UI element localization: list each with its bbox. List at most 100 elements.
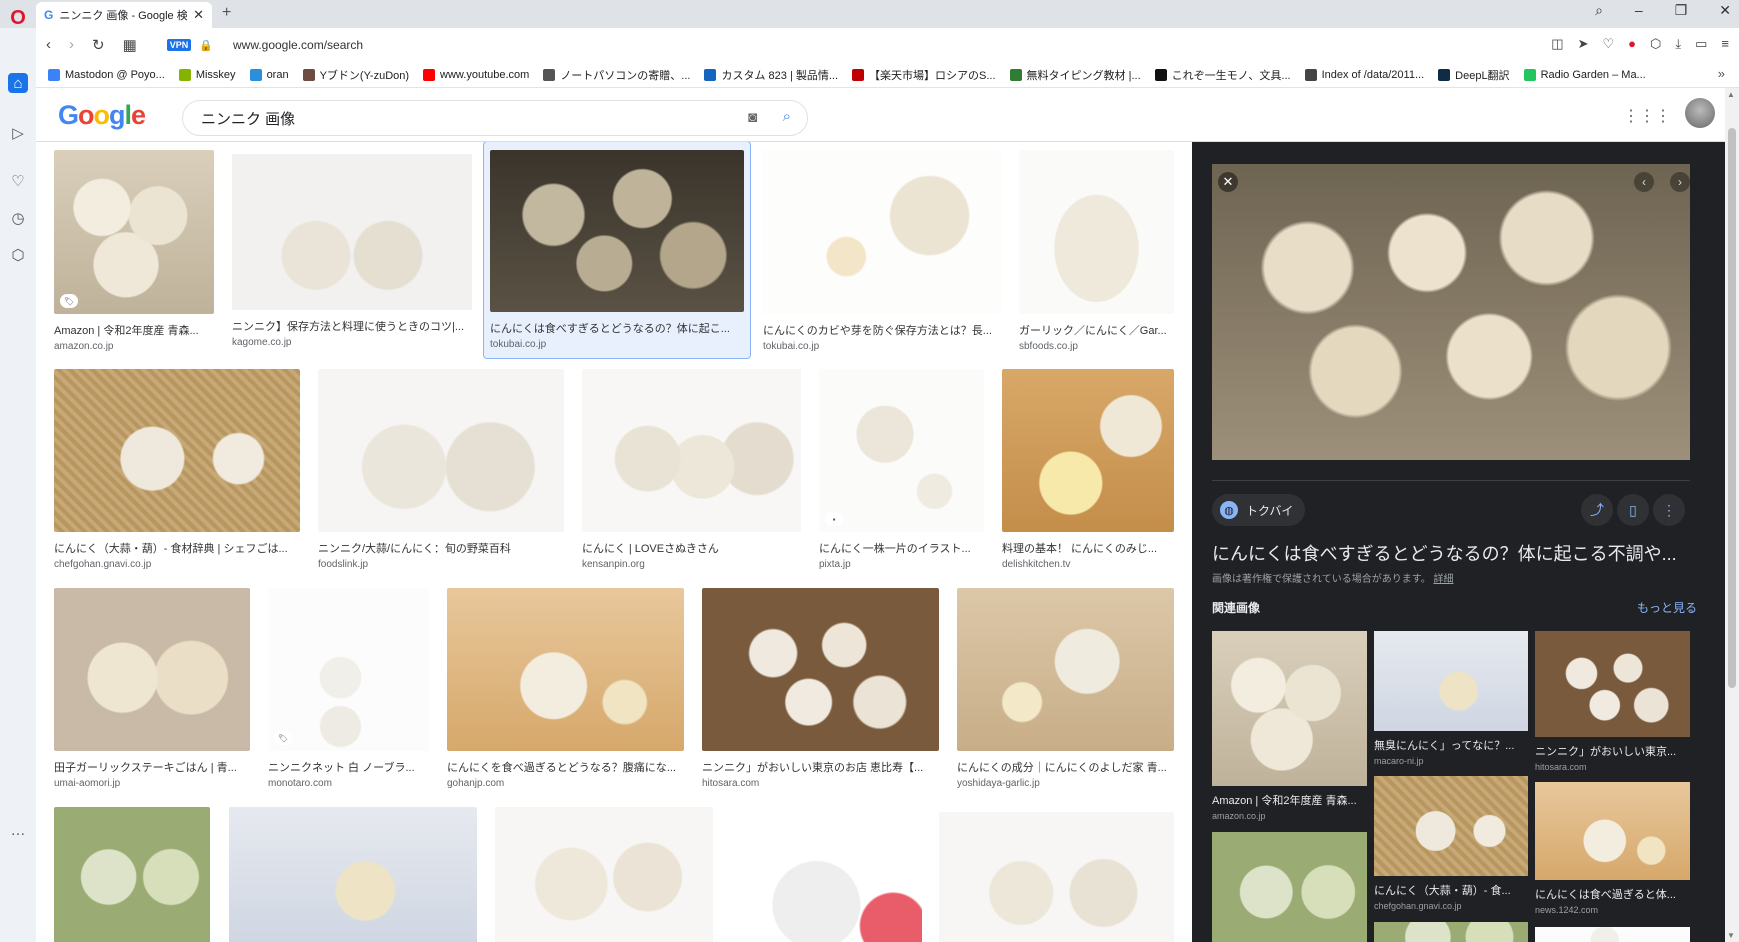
result-card[interactable]: にんにくを食べ過ぎるとどうなる？腹痛にな... gohanjp.com [447,588,684,789]
more-sidebar-icon[interactable]: … [8,820,28,840]
bookmark-item[interactable]: ノートパソコンの寄贈、... [543,67,690,83]
close-window-icon[interactable]: ✕ [1719,2,1731,19]
result-card[interactable]: 料理の基本！ にんにくのみじ... delishkitchen.tv [1002,369,1174,570]
bookmark-item[interactable]: Radio Garden – Ma... [1523,68,1646,81]
page-scrollbar[interactable]: ▲ ▼ [1725,88,1739,942]
share-icon[interactable]: ⤴ [1581,494,1613,526]
bookmark-label: Misskey [195,68,236,81]
result-card-selected[interactable]: にんにくは食べすぎるとどうなるの？体に起こ... tokubai.co.jp [483,142,751,359]
bookmark-item[interactable]: Mastodon @ Poyo... [48,68,165,81]
result-card[interactable]: ニンニク/大蒜/にんにく：旬の野菜百科 foodslink.jp [318,369,564,570]
bookmark-item[interactable]: DeepL翻訳 [1438,67,1510,83]
bookmark-favicon-icon [249,68,262,81]
lock-icon[interactable]: 🔒 [199,39,213,52]
bookmark-item[interactable]: Misskey [178,68,236,81]
vpn-badge[interactable]: VPN [166,39,192,51]
result-card[interactable]: 田子ガーリックステーキごはん | 青... umai-aomori.jp [54,588,250,789]
related-item[interactable]: Amazon | 令和2年度産 青森... amazon.co.jp [1212,631,1367,821]
battery-icon[interactable]: ▭ [1695,36,1707,52]
result-card[interactable] [495,807,713,942]
preview-title[interactable]: にんにくは食べすぎるとどうなるの？体に起こる不調や... [1212,540,1692,566]
send-icon[interactable]: ➤ [1578,36,1589,52]
bookmarks-overflow-icon[interactable]: » [1718,66,1725,81]
result-card[interactable]: ガーリック／にんにく／Gar... sbfoods.co.jp [1019,150,1174,352]
new-tab-icon[interactable]: + [222,4,231,22]
scroll-down-icon[interactable]: ▼ [1727,931,1735,940]
result-domain: delishkitchen.tv [1002,559,1071,570]
bookmark-item[interactable]: 【楽天市場】ロシアのS... [852,67,996,83]
result-domain: tokubai.co.jp [763,341,820,352]
history-icon[interactable]: ◷ [8,208,28,228]
chevron-left-icon[interactable]: ‹ [1634,172,1654,192]
bookmark-label: Index of /data/2011... [1321,68,1425,81]
apps-grid-icon[interactable]: ⋮⋮⋮ [1623,106,1671,126]
result-card[interactable] [939,812,1174,942]
related-item[interactable]: にんにく（大蒜・葫）- 食... chefgohan.gnavi.co.jp [1374,776,1528,911]
google-logo[interactable]: Google [58,100,146,131]
bookmark-item[interactable]: Yブドン(Y-zuDon) [302,67,409,83]
related-item[interactable] [1212,832,1367,942]
related-item[interactable]: にんにくは食べ過ぎると体... news.1242.com [1535,782,1690,915]
copyright-detail-link[interactable]: 詳細 [1433,574,1453,585]
bookmark-label: カスタム 823 | 製品情... [721,69,839,82]
home-icon[interactable]: ⌂ [8,73,28,93]
browser-tab[interactable]: G ニンニク 画像 - Google 検索 ✕ [36,2,212,28]
related-item[interactable]: ニンニク」がおいしい東京... hitosara.com [1535,631,1690,772]
result-card[interactable]: ニンニク】保存方法と料理に使うときのコツ|... kagome.co.jp [232,154,472,348]
reload-icon[interactable]: ↻ [92,36,105,54]
result-domain: gohanjp.com [447,778,505,789]
result-card[interactable]: にんにく（大蒜・葫）- 食材辞典 | シェフごは... chefgohan.gn… [54,369,300,570]
result-card[interactable]: ▪ にんにく一株一片のイラスト... pixta.jp [819,369,984,570]
result-card[interactable]: にんにくの成分｜にんにくのよしだ家 青... yoshidaya-garlic.… [957,588,1174,789]
easy-setup-icon[interactable]: ≡ [1721,36,1729,52]
bookmarks-sidebar-icon[interactable]: ♡ [8,171,28,191]
bookmark-item[interactable]: oran [249,68,289,81]
url-field[interactable]: www.google.com/search [233,38,363,52]
result-card[interactable] [229,807,477,942]
bookmark-item[interactable]: カスタム 823 | 製品情... [704,67,838,83]
back-icon[interactable]: ‹ [46,36,51,54]
bookmark-icon[interactable]: ▯ [1617,494,1649,526]
bookmark-item[interactable]: これぞ一生モノ、文具... [1154,67,1291,83]
extensions-icon[interactable]: ⬡ [8,245,28,265]
tiles-icon[interactable]: ▦ [123,36,137,54]
bookmark-item[interactable]: Index of /data/2011... [1304,68,1425,81]
search-input[interactable]: ニンニク 画像 ◙ ⌕ [182,100,808,136]
download-icon[interactable]: ⤓ [1675,36,1681,52]
camera-search-icon[interactable]: ◙ [748,109,757,126]
related-item[interactable] [1535,927,1690,942]
result-card[interactable]: にんにく | LOVEさぬきさん kensanpin.org [582,369,801,570]
result-card[interactable] [54,807,210,942]
result-title: にんにく（大蒜・葫）- 食材辞典 | シェフごは... [54,543,288,555]
send-sidebar-icon[interactable]: ▷ [8,123,28,143]
restore-icon[interactable]: ❐ [1675,2,1688,19]
close-icon[interactable]: ✕ [1218,172,1238,192]
minimize-icon[interactable]: – [1635,2,1643,19]
box-icon[interactable]: ⬡ [1650,36,1661,52]
opera-icon[interactable]: ● [1628,36,1636,52]
source-chip[interactable]: ◍ トクバイ [1212,494,1306,526]
result-card[interactable]: にんにくのカビや芽を防ぐ保存方法とは？長... tokubai.co.jp [763,150,1001,352]
result-card[interactable]: 🏷 Amazon | 令和2年度産 青森... amazon.co.jp [54,150,214,352]
avatar[interactable] [1685,98,1715,128]
close-tab-icon[interactable]: ✕ [193,7,204,23]
related-item[interactable]: 無臭にんにく」ってなに？... macaro-ni.jp [1374,631,1528,766]
bookmark-item[interactable]: www.youtube.com [423,68,529,81]
result-card[interactable] [730,807,922,942]
result-card[interactable]: ニンニク」がおいしい東京のお店 恵比寿【... hitosara.com [702,588,939,789]
more-vert-icon[interactable]: ⋮ [1653,494,1685,526]
heart-icon[interactable]: ♡ [1602,36,1614,52]
related-item[interactable] [1374,922,1528,942]
result-card[interactable]: 🏷 ニンニクネット 白 ノーブラ... monotaro.com [268,588,429,789]
search-icon[interactable]: ⌕ [783,108,791,125]
scroll-up-icon[interactable]: ▲ [1727,90,1735,99]
bookmark-item[interactable]: 無料タイピング教材 |... [1009,67,1141,83]
see-more-link[interactable]: もっと見る [1637,599,1697,616]
search-tabs-icon[interactable]: ⌕ [1595,2,1603,19]
forward-icon[interactable]: › [69,36,74,54]
scrollbar-thumb[interactable] [1728,128,1736,688]
preview-image[interactable] [1212,164,1690,460]
snapshot-icon[interactable]: ◫ [1551,36,1563,52]
chevron-right-icon[interactable]: › [1670,172,1690,192]
image-preview-panel: ✕ ‹ › ◍ トクバイ ⤴ ▯ ⋮ にんにくは食べすぎるとどうなるの？体に起こ… [1192,142,1725,942]
